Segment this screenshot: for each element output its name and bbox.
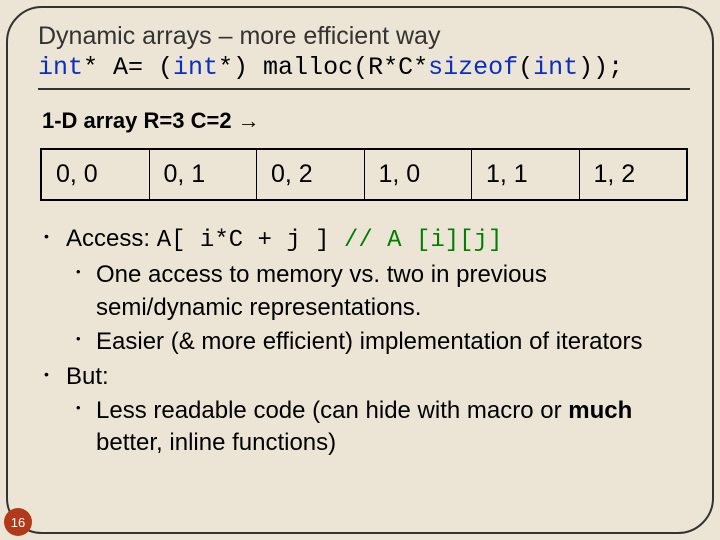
- code-seg-4: *) malloc(R*C*: [218, 53, 428, 82]
- code-seg-8: ));: [578, 53, 623, 82]
- kw-int-3: int: [533, 53, 578, 82]
- bullet-but: But: Less readable code (can hide with m…: [38, 361, 690, 460]
- but-sub-bold: much: [568, 397, 632, 424]
- code-seg-2: * A= (: [83, 53, 173, 82]
- array-cell: 1, 0: [365, 150, 473, 199]
- kw-sizeof: sizeof: [428, 53, 518, 82]
- array-cell: 1, 2: [580, 150, 687, 199]
- page-number-badge: 16: [4, 508, 32, 536]
- access-comment: // A [i][j]: [330, 227, 503, 254]
- array-cell: 1, 1: [472, 150, 580, 199]
- array-cell: 0, 1: [150, 150, 258, 199]
- malloc-code-line: int* A= (int*) malloc(R*C*sizeof(int));: [38, 53, 690, 90]
- kw-int-2: int: [173, 53, 218, 82]
- bullet-access: Access: A[ i*C + j ] // A [i][j] One acc…: [38, 223, 690, 359]
- content-block: Access: A[ i*C + j ] // A [i][j] One acc…: [38, 223, 690, 460]
- slide-title: Dynamic arrays – more efficient way: [38, 22, 690, 51]
- kw-int-1: int: [38, 53, 83, 82]
- slide-frame: Dynamic arrays – more efficient way int*…: [6, 6, 714, 534]
- code-seg-6: (: [518, 53, 533, 82]
- bullet-access-sub2: Easier (& more efficient) implementation…: [66, 326, 690, 358]
- array-cell: 0, 2: [257, 150, 365, 199]
- access-code: A[ i*C + j ]: [157, 227, 330, 254]
- access-label: Access:: [66, 225, 157, 252]
- subtitle: 1-D array R=3 C=2 →: [42, 108, 690, 134]
- but-sub-post: better, inline functions): [96, 429, 336, 456]
- but-label: But:: [66, 363, 109, 390]
- bullet-access-sub1: One access to memory vs. two in previous…: [66, 259, 690, 324]
- but-sub-pre: Less readable code (can hide with macro …: [96, 397, 568, 424]
- array-cell: 0, 0: [42, 150, 150, 199]
- bullet-but-sub: Less readable code (can hide with macro …: [66, 395, 690, 460]
- array-visual: 0, 0 0, 1 0, 2 1, 0 1, 1 1, 2: [40, 148, 688, 201]
